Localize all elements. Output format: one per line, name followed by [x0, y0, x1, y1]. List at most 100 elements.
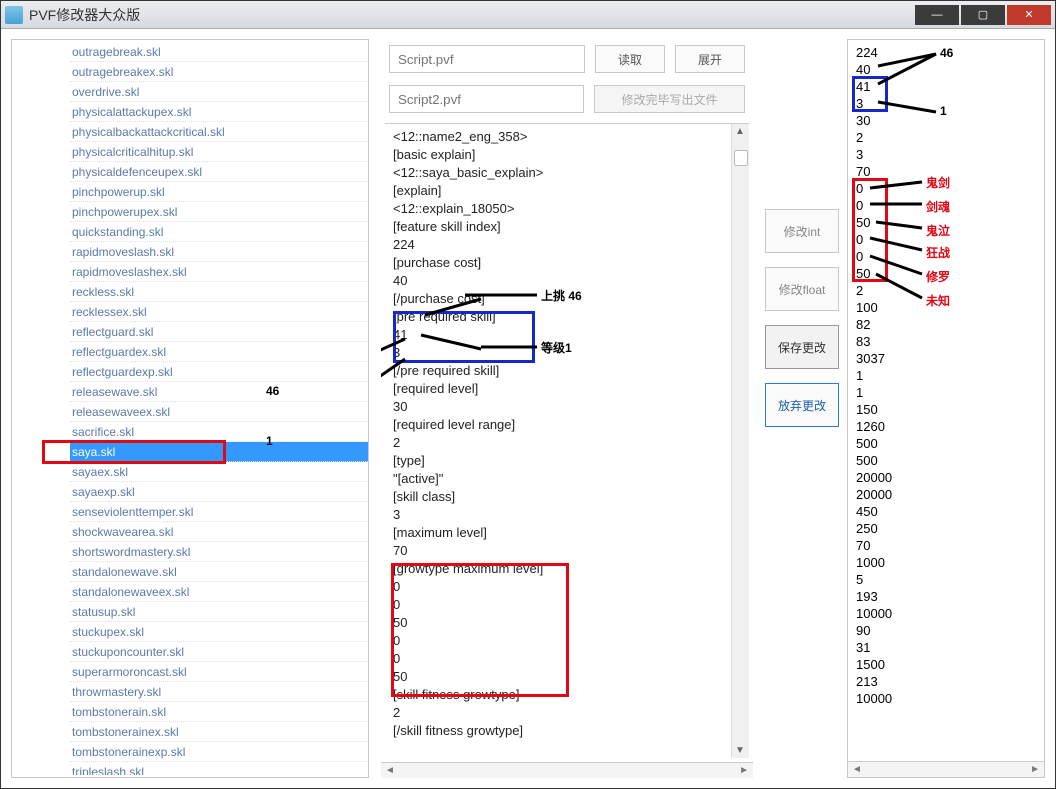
value-row[interactable]: 3 — [856, 95, 1036, 112]
file-item[interactable]: physicalbackattackcritical.skl — [70, 122, 368, 142]
file-item[interactable]: sayaexp.skl — [70, 482, 368, 502]
file-tree-panel: outragebreak.skloutragebreakex.skloverdr… — [11, 39, 369, 778]
file-item[interactable]: tripleslash.skl — [70, 762, 368, 775]
value-row[interactable]: 70 — [856, 163, 1036, 180]
file-item[interactable]: overdrive.skl — [70, 82, 368, 102]
file-item[interactable]: tombstonerain.skl — [70, 702, 368, 722]
file-item[interactable]: pinchpowerupex.skl — [70, 202, 368, 222]
file-item[interactable]: releasewave.skl — [70, 382, 368, 402]
file-item[interactable]: reflectguard.skl — [70, 322, 368, 342]
editor-hscroll[interactable]: ◄► — [381, 762, 753, 778]
file-item[interactable]: shockwavearea.skl — [70, 522, 368, 542]
mod-float-button[interactable]: 修改float — [765, 267, 839, 311]
file-item[interactable]: pinchpowerup.skl — [70, 182, 368, 202]
file-item[interactable]: physicalcriticalhitup.skl — [70, 142, 368, 162]
value-row[interactable]: 1 — [856, 367, 1036, 384]
file-item[interactable]: quickstanding.skl — [70, 222, 368, 242]
file-item[interactable]: stuckuponcounter.skl — [70, 642, 368, 662]
value-row[interactable]: 70 — [856, 537, 1036, 554]
file-item[interactable]: releasewaveex.skl — [70, 402, 368, 422]
file-item[interactable]: reflectguardex.skl — [70, 342, 368, 362]
value-row[interactable]: 3 — [856, 146, 1036, 163]
toolbar-row-2: 修改完毕写出文件 — [381, 79, 753, 119]
value-row[interactable]: 50 — [856, 214, 1036, 231]
content-area: outragebreak.skloutragebreakex.skloverdr… — [11, 39, 1045, 778]
value-row[interactable]: 90 — [856, 622, 1036, 639]
value-row[interactable]: 2 — [856, 282, 1036, 299]
mod-int-button[interactable]: 修改int — [765, 209, 839, 253]
file-item[interactable]: superarmoroncast.skl — [70, 662, 368, 682]
value-row[interactable]: 250 — [856, 520, 1036, 537]
value-row[interactable]: 82 — [856, 316, 1036, 333]
value-row[interactable]: 40 — [856, 61, 1036, 78]
right-button-column: 修改int 修改float 保存更改 放弃更改 — [765, 209, 839, 778]
file-item[interactable]: outragebreakex.skl — [70, 62, 368, 82]
file-item[interactable]: physicalattackupex.skl — [70, 102, 368, 122]
code-editor[interactable]: <12::name2_eng_358> [basic explain] <12:… — [385, 124, 731, 758]
file-item[interactable]: throwmastery.skl — [70, 682, 368, 702]
value-row[interactable]: 193 — [856, 588, 1036, 605]
value-row[interactable]: 1 — [856, 384, 1036, 401]
value-row[interactable]: 500 — [856, 435, 1036, 452]
script2-input[interactable] — [389, 85, 584, 113]
value-row[interactable]: 10000 — [856, 690, 1036, 707]
value-row[interactable]: 213 — [856, 673, 1036, 690]
file-item[interactable]: statusup.skl — [70, 602, 368, 622]
value-row[interactable]: 150 — [856, 401, 1036, 418]
save-changes-button[interactable]: 保存更改 — [765, 325, 839, 369]
file-item[interactable]: sayaex.skl — [70, 462, 368, 482]
value-row[interactable]: 31 — [856, 639, 1036, 656]
editor-panel: 读取 展开 修改完毕写出文件 <12::name2_eng_358> [basi… — [381, 39, 753, 778]
value-row[interactable]: 3037 — [856, 350, 1036, 367]
file-list[interactable]: outragebreak.skloutragebreakex.skloverdr… — [12, 42, 368, 775]
file-item[interactable]: physicaldefenceupex.skl — [70, 162, 368, 182]
file-item[interactable]: senseviolenttemper.skl — [70, 502, 368, 522]
value-row[interactable]: 20000 — [856, 469, 1036, 486]
value-row[interactable]: 0 — [856, 231, 1036, 248]
value-row[interactable]: 450 — [856, 503, 1036, 520]
right-hscroll[interactable]: ◄► — [848, 761, 1044, 777]
value-row[interactable]: 50 — [856, 265, 1036, 282]
value-row[interactable]: 41 — [856, 78, 1036, 95]
file-item[interactable]: shortswordmastery.skl — [70, 542, 368, 562]
value-row[interactable]: 1000 — [856, 554, 1036, 571]
file-item[interactable]: standalonewave.skl — [70, 562, 368, 582]
file-item[interactable]: standalonewaveex.skl — [70, 582, 368, 602]
value-row[interactable]: 20000 — [856, 486, 1036, 503]
read-button[interactable]: 读取 — [595, 45, 665, 73]
file-item[interactable]: saya.skl — [70, 442, 368, 462]
value-row[interactable]: 224 — [856, 44, 1036, 61]
file-item[interactable]: outragebreak.skl — [70, 42, 368, 62]
file-item[interactable]: reflectguardexp.skl — [70, 362, 368, 382]
file-item[interactable]: rapidmoveslashex.skl — [70, 262, 368, 282]
file-item[interactable]: rapidmoveslash.skl — [70, 242, 368, 262]
value-row[interactable]: 0 — [856, 180, 1036, 197]
script1-input[interactable] — [389, 45, 585, 73]
write-button[interactable]: 修改完毕写出文件 — [594, 85, 745, 113]
file-item[interactable]: reckless.skl — [70, 282, 368, 302]
file-item[interactable]: tombstonerainexp.skl — [70, 742, 368, 762]
file-item[interactable]: recklessex.skl — [70, 302, 368, 322]
expand-button[interactable]: 展开 — [675, 45, 745, 73]
maximize-button[interactable]: ▢ — [961, 5, 1005, 25]
value-list[interactable]: 2244041330237000500050210082833037111501… — [848, 40, 1044, 761]
value-row[interactable]: 1260 — [856, 418, 1036, 435]
value-row[interactable]: 10000 — [856, 605, 1036, 622]
minimize-button[interactable]: — — [915, 5, 959, 25]
value-row[interactable]: 30 — [856, 112, 1036, 129]
value-row[interactable]: 83 — [856, 333, 1036, 350]
value-row[interactable]: 500 — [856, 452, 1036, 469]
value-row[interactable]: 2 — [856, 129, 1036, 146]
value-row[interactable]: 0 — [856, 197, 1036, 214]
close-button[interactable]: ✕ — [1007, 5, 1051, 25]
app-window: PVF修改器大众版 — ▢ ✕ outragebreak.skloutrageb… — [0, 0, 1056, 789]
value-row[interactable]: 100 — [856, 299, 1036, 316]
file-item[interactable]: tombstonerainex.skl — [70, 722, 368, 742]
file-item[interactable]: sacrifice.skl — [70, 422, 368, 442]
editor-scrollbar[interactable]: ▲ ▼ — [731, 124, 749, 758]
value-row[interactable]: 5 — [856, 571, 1036, 588]
file-item[interactable]: stuckupex.skl — [70, 622, 368, 642]
value-row[interactable]: 0 — [856, 248, 1036, 265]
value-row[interactable]: 1500 — [856, 656, 1036, 673]
discard-changes-button[interactable]: 放弃更改 — [765, 383, 839, 427]
